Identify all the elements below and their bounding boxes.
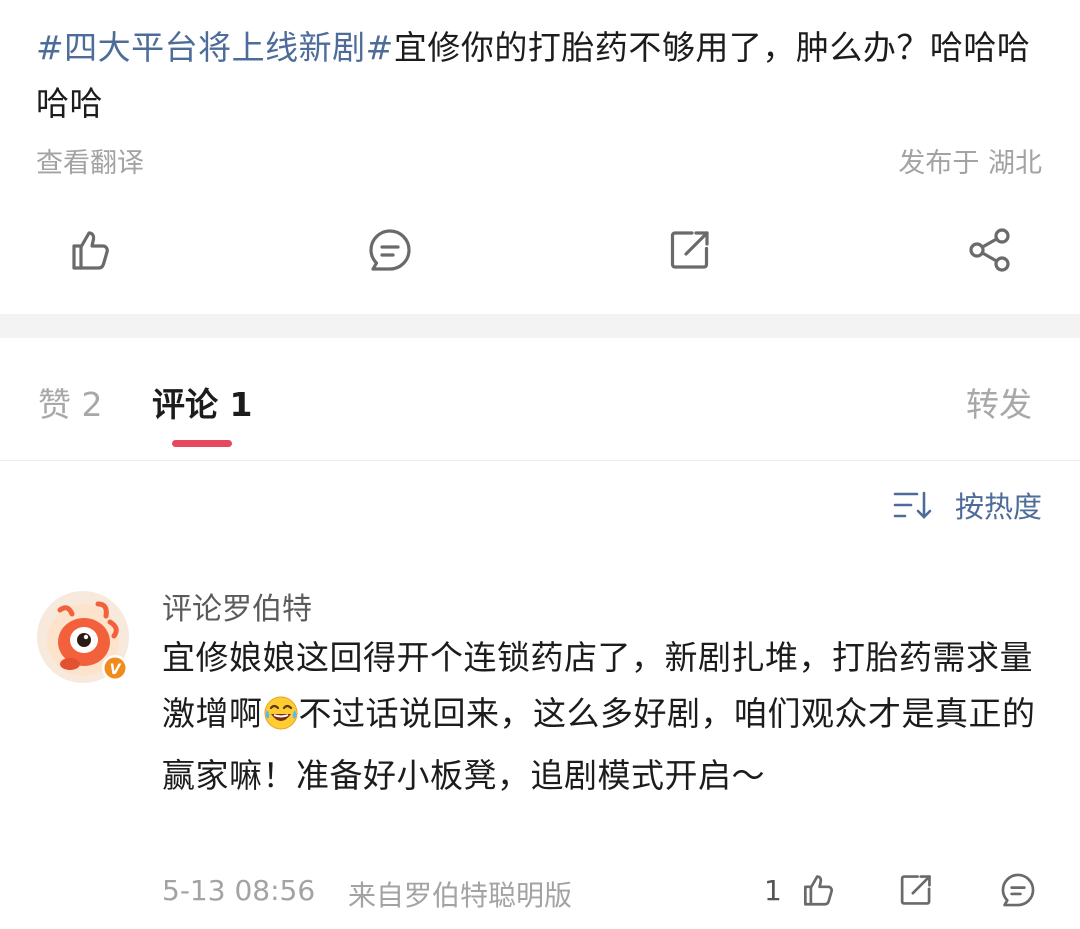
comment-like-button[interactable]	[796, 868, 840, 912]
comment-text: 宜修娘娘这回得开个连锁药店了，新剧扎堆，打胎药需求量激增啊 不过话说回来，这么多好…	[162, 630, 1042, 804]
post-location: 发布于 湖北	[898, 147, 1042, 179]
comment-reply-button[interactable]	[996, 868, 1040, 912]
post-action-bar	[0, 222, 1080, 278]
share-icon	[969, 228, 1010, 272]
comment-footer: 5-13 08:56 来自罗伯特聪明版 1	[162, 866, 1042, 918]
like-icon	[803, 875, 833, 906]
comment-icon	[1001, 873, 1035, 907]
post-text: #四大平台将上线新剧#宜修你的打胎药不够用了，肿么办？哈哈哈哈哈	[36, 20, 1046, 132]
translate-link[interactable]: 查看翻译	[36, 141, 144, 180]
comment-source: 来自罗伯特聪明版	[348, 879, 573, 912]
laughing-tears-emoji-icon	[263, 692, 299, 748]
interaction-tabs: 赞 2 评论 1 转发	[0, 338, 1080, 461]
sort-toggle[interactable]: 按热度	[893, 482, 1042, 528]
tab-comments[interactable]: 评论 1	[152, 378, 252, 426]
like-button[interactable]	[62, 222, 118, 278]
repost-button[interactable]	[662, 222, 718, 278]
avatar[interactable]: V	[36, 590, 130, 684]
tab-likes[interactable]: 赞 2	[38, 378, 103, 426]
verified-badge: V	[110, 662, 122, 678]
repost-icon	[900, 875, 931, 905]
tab-reposts[interactable]: 转发	[966, 378, 1032, 426]
sort-icon	[893, 490, 933, 520]
comment-icon	[369, 229, 411, 271]
repost-icon	[670, 231, 709, 269]
comment-button[interactable]	[362, 222, 418, 278]
sort-label: 按热度	[954, 490, 1042, 524]
post-meta-row: 查看翻译 发布于 湖北	[36, 140, 1042, 180]
like-icon	[72, 231, 109, 270]
section-divider	[0, 314, 1080, 338]
share-button[interactable]	[962, 222, 1018, 278]
topic-link[interactable]: #四大平台将上线新剧#	[36, 28, 394, 67]
commenter-name[interactable]: 评论罗伯特	[162, 584, 312, 628]
comment-timestamp: 5-13 08:56	[162, 874, 316, 907]
comment-repost-button[interactable]	[894, 868, 938, 912]
comment-like-count: 1	[764, 874, 782, 907]
active-tab-indicator	[172, 440, 232, 447]
